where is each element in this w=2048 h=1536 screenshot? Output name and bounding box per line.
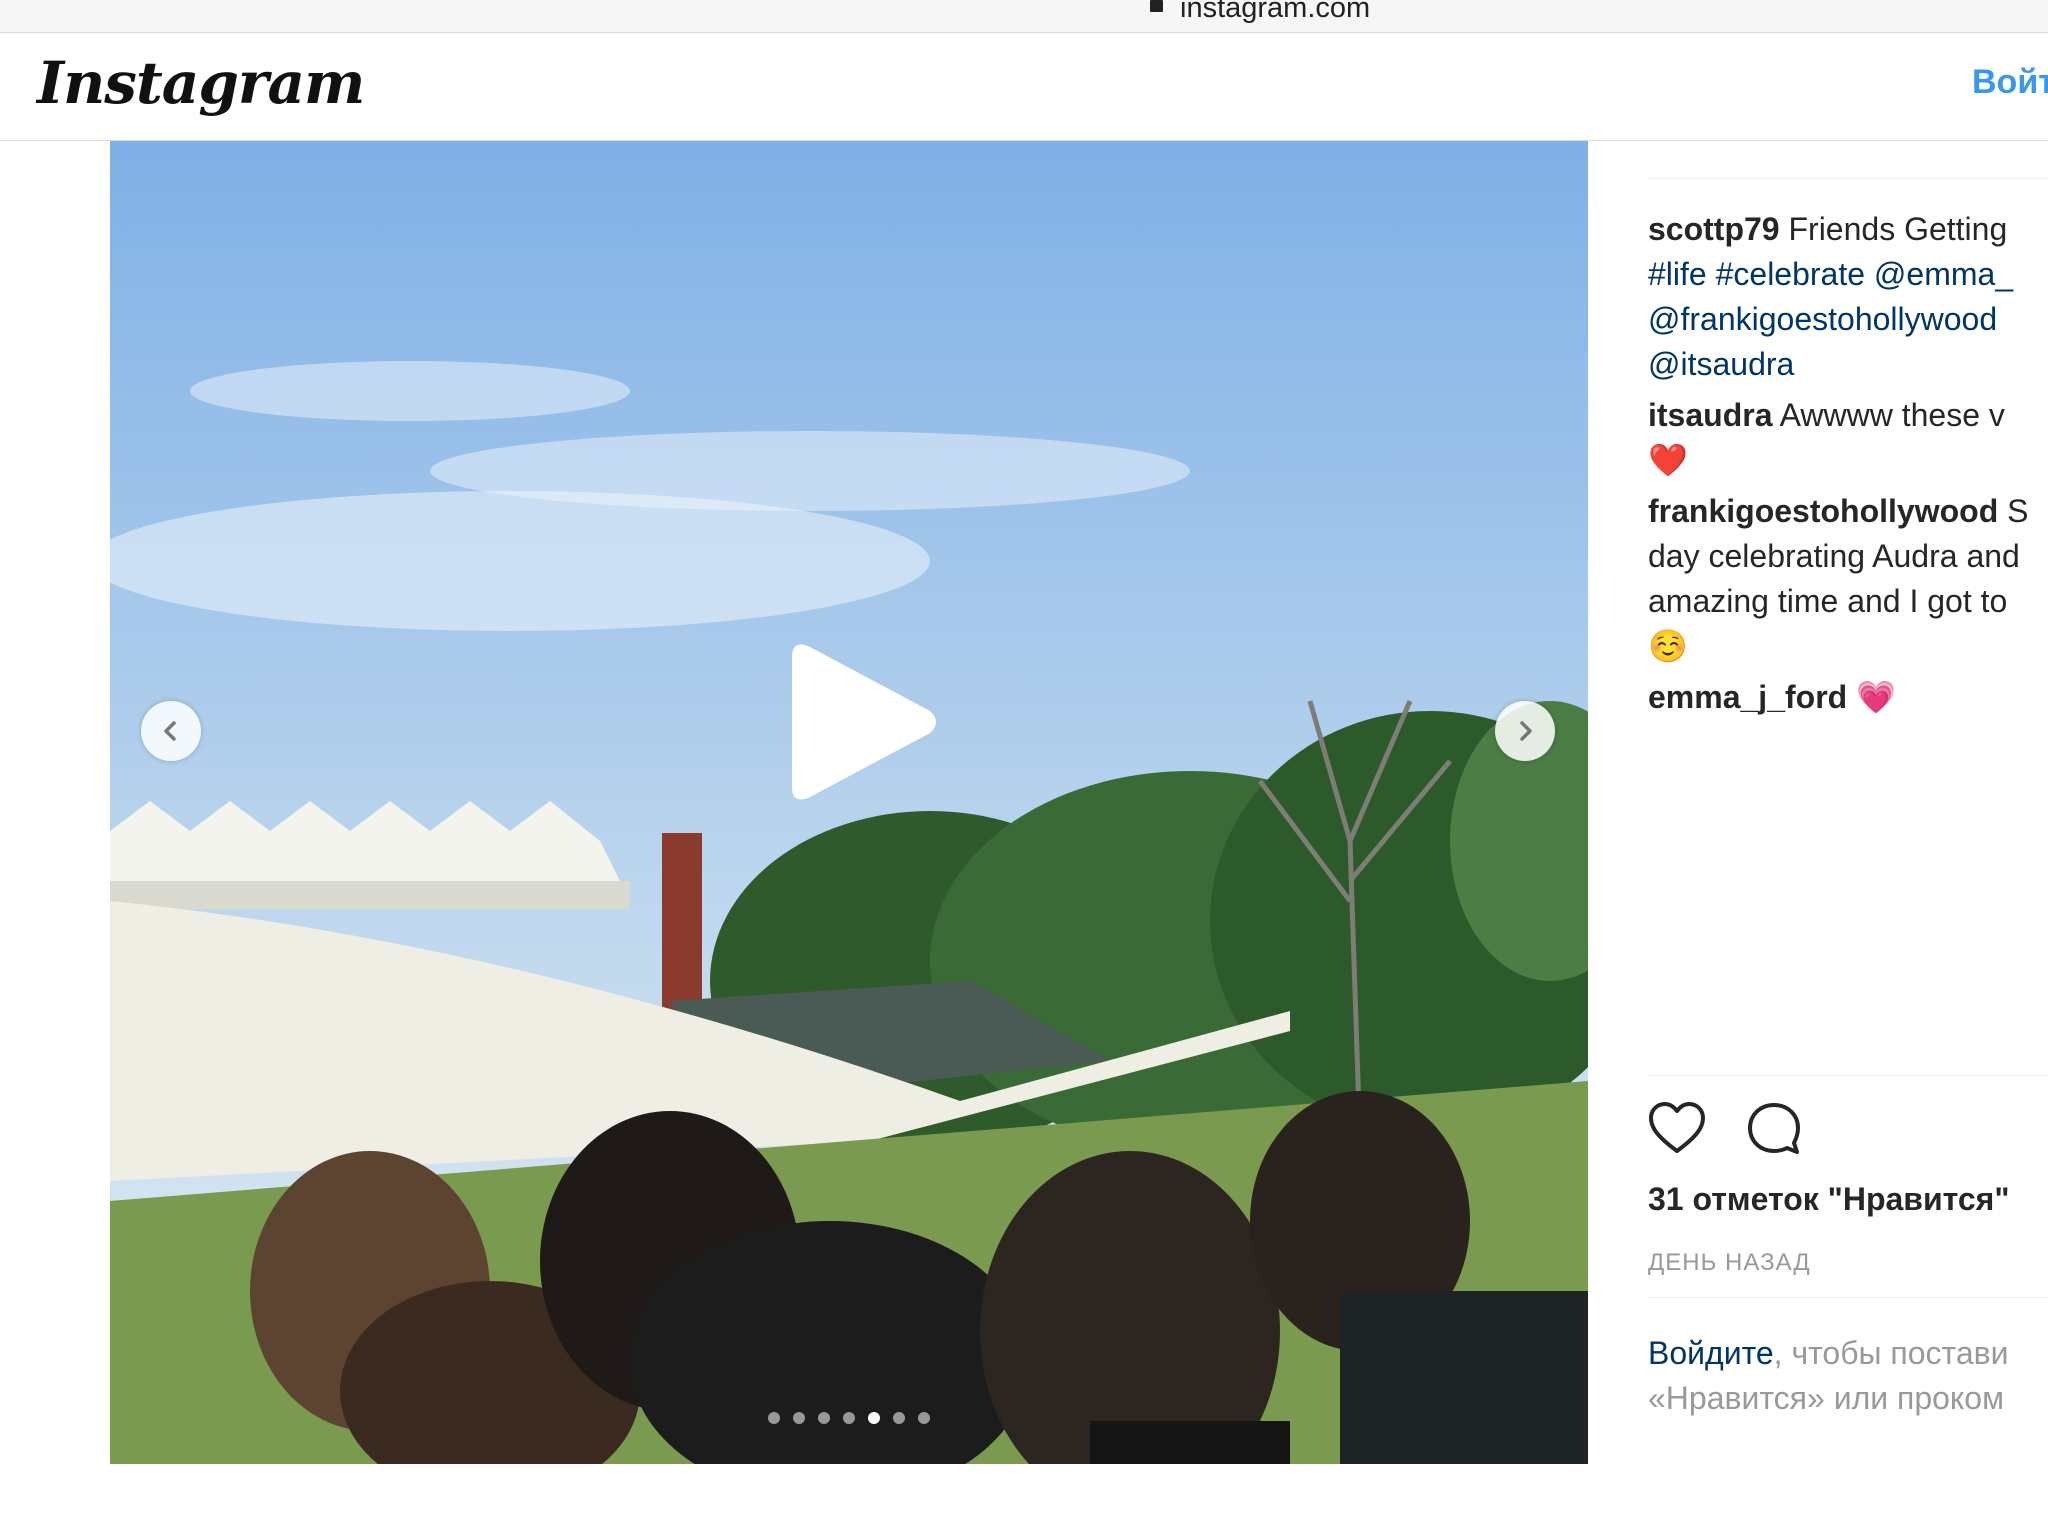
- next-media-button[interactable]: [1495, 701, 1555, 761]
- comment-text: amazing time and I got to: [1648, 583, 2008, 619]
- site-header: Instagram Войт: [0, 33, 2048, 141]
- divider: [1648, 1075, 2048, 1076]
- comment-text: S: [2007, 493, 2029, 529]
- carousel-dot: [818, 1412, 830, 1424]
- carousel-dot: [843, 1412, 855, 1424]
- carousel-dot: [768, 1412, 780, 1424]
- previous-media-button[interactable]: [141, 701, 201, 761]
- login-prompt-text: , чтобы постави: [1773, 1335, 2009, 1371]
- comment-text: day celebrating Audra and: [1648, 538, 2020, 574]
- comment-list: scottp79 Friends Getting #life #celebrat…: [1648, 207, 2048, 726]
- comment-text: Awwww these v: [1779, 397, 2005, 433]
- caption-mention-frankigoestohollywood[interactable]: @frankigoestohollywood: [1648, 297, 2048, 342]
- like-count[interactable]: 31 отметок "Нравится": [1648, 1181, 2010, 1218]
- carousel-indicator: [768, 1412, 930, 1424]
- comment-username[interactable]: itsaudra: [1648, 397, 1772, 433]
- play-button[interactable]: [782, 639, 942, 805]
- caption-text: Friends Getting: [1788, 211, 2008, 247]
- chevron-right-icon: [1520, 721, 1532, 741]
- comment-username[interactable]: emma_j_ford: [1648, 679, 1847, 715]
- login-prompt-link[interactable]: Войдите: [1648, 1335, 1774, 1371]
- url-text: instagram.com: [1180, 0, 1371, 24]
- caption-tags-line[interactable]: #life #celebrate @emma_: [1648, 252, 2048, 297]
- list-item: emma_j_ford 💗: [1648, 675, 2048, 720]
- caption-username[interactable]: scottp79: [1648, 211, 1780, 247]
- chevron-left-icon: [164, 721, 176, 741]
- post-side-panel: scottp79 Friends Getting #life #celebrat…: [1648, 141, 2048, 1464]
- carousel-dot: [893, 1412, 905, 1424]
- pink-heart-emoji: 💗: [1856, 679, 1896, 715]
- instagram-logo[interactable]: Instagram: [37, 49, 365, 117]
- carousel-dot: [793, 1412, 805, 1424]
- login-prompt-text: «Нравится» или проком: [1648, 1380, 2005, 1416]
- login-link[interactable]: Войт: [1972, 63, 2048, 102]
- login-prompt: Войдите, чтобы постави «Нравится» или пр…: [1648, 1331, 2009, 1421]
- post-timestamp[interactable]: ДЕНЬ НАЗАД: [1648, 1249, 1811, 1277]
- caption-mention-itsaudra[interactable]: @itsaudra: [1648, 342, 2048, 387]
- comment-username[interactable]: frankigoestohollywood: [1648, 493, 1998, 529]
- list-item: frankigoestohollywood S day celebrating …: [1648, 489, 2048, 669]
- action-bar: [1648, 1101, 1802, 1157]
- divider: [1648, 1297, 2048, 1298]
- caption: scottp79 Friends Getting #life #celebrat…: [1648, 207, 2048, 387]
- list-item: itsaudra Awwww these v ❤️: [1648, 393, 2048, 483]
- carousel-dot: [868, 1412, 880, 1424]
- browser-url-bar[interactable]: instagram.com: [0, 0, 2048, 33]
- carousel-dot: [918, 1412, 930, 1424]
- comment-icon[interactable]: [1746, 1101, 1802, 1157]
- post-media[interactable]: [110, 141, 1588, 1464]
- heart-icon[interactable]: [1648, 1101, 1706, 1155]
- divider: [1648, 178, 2048, 179]
- smiling-face-emoji: ☺️: [1648, 628, 1688, 664]
- play-icon: [792, 644, 936, 800]
- red-heart-emoji: ❤️: [1648, 442, 1688, 478]
- lock-icon: [1150, 0, 1163, 12]
